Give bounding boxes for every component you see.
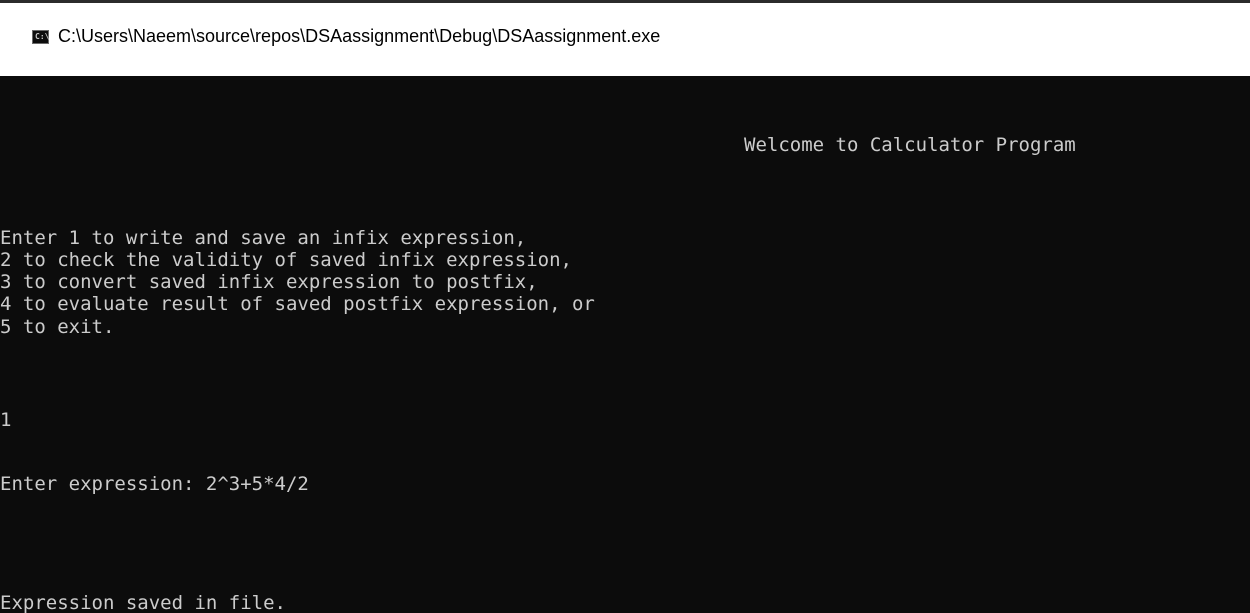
console-app-icon-glyph: C:\ xyxy=(35,32,50,41)
console-window: C:\ C:\Users\Naeem\source\repos\DSAassig… xyxy=(0,0,1250,613)
console-app-icon[interactable]: C:\ xyxy=(32,30,49,44)
window-title: C:\Users\Naeem\source\repos\DSAassignmen… xyxy=(58,26,661,46)
welcome-text: Welcome to Calculator Program xyxy=(744,134,1076,156)
user-choice: 1 xyxy=(0,409,12,431)
menu-line-3: 3 to convert saved infix expression to p… xyxy=(0,271,538,293)
console-output[interactable]: Welcome to Calculator Program Enter 1 to… xyxy=(0,76,1250,613)
expression-prompt: Enter expression: 2^3+5*4/2 xyxy=(0,473,309,495)
menu-line-2: 2 to check the validity of saved infix e… xyxy=(0,249,572,271)
title-bar[interactable]: C:\ C:\Users\Naeem\source\repos\DSAassig… xyxy=(0,0,1250,76)
menu-line-5: 5 to exit. xyxy=(0,316,115,338)
menu-line-1: Enter 1 to write and save an infix expre… xyxy=(0,227,527,249)
status-message: Expression saved in file. xyxy=(0,592,286,613)
menu-line-4: 4 to evaluate result of saved postfix ex… xyxy=(0,293,595,315)
